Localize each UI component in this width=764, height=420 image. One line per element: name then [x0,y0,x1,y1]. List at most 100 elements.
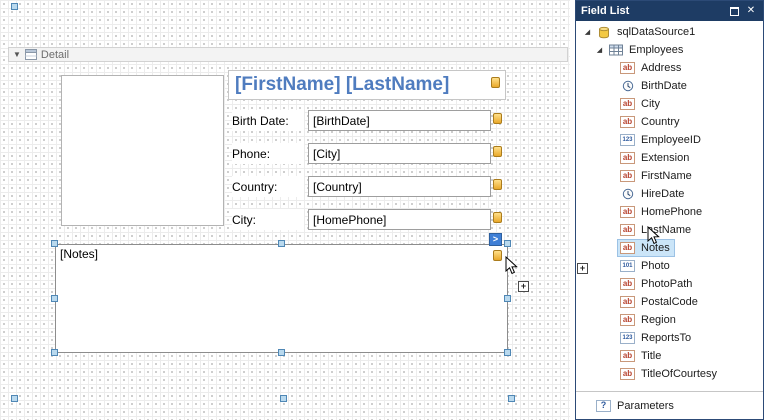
field-list-item-label: EmployeeID [639,134,703,146]
text-field-icon: ab [620,116,635,128]
field-list-item-content: ab PostalCode [617,293,703,311]
close-icon[interactable]: ✕ [744,4,758,18]
smart-tag-arrow-button[interactable]: > [489,233,502,246]
resize-handle[interactable] [504,295,511,302]
field-list-item-Notes[interactable]: abNotes [576,239,763,257]
caption-phone[interactable]: Phone: [232,143,304,164]
field-list-item-label: PhotoPath [639,278,694,290]
field-city[interactable]: [City] [308,143,491,164]
field-list-item-label: PostalCode [639,296,700,308]
detail-band-header[interactable]: ▼ Detail [8,47,568,62]
binary-field-icon: 101 [620,260,635,272]
resize-handle[interactable] [504,349,511,356]
text-field-icon: ab [620,296,635,308]
text-field-icon: ab [620,206,635,218]
resize-handle[interactable] [278,349,285,356]
field-list-item-Country[interactable]: abCountry [576,113,763,131]
field-list-item-Title[interactable]: abTitle [576,347,763,365]
field-list-item-PhotoPath[interactable]: abPhotoPath [576,275,763,293]
resize-handle[interactable] [51,240,58,247]
selection-handle[interactable] [11,395,18,402]
text-field-icon: ab [620,350,635,362]
expander-icon[interactable]: ◢ [594,47,605,54]
text-field-icon: ab [620,242,635,254]
resize-handle[interactable] [51,349,58,356]
band-icon [25,49,37,60]
field-list-item-Region[interactable]: abRegion [576,311,763,329]
band-collapse-icon[interactable]: ▼ [13,51,21,59]
caption-birth-date[interactable]: Birth Date: [232,110,304,131]
plus-glyph: + [521,282,526,291]
restore-icon[interactable] [727,4,741,18]
field-list-item-content: abTitle [617,347,666,365]
fullname-label-text: [FirstName] [LastName] [235,74,449,96]
field-list-item-PostalCode[interactable]: ab PostalCode [576,293,763,311]
number-field-icon: 123 [620,134,635,146]
field-list-item-content: 123ReportsTo [617,329,696,347]
smart-tag-icon[interactable] [493,113,502,124]
caption-city[interactable]: City: [232,209,304,230]
field-list-item-BirthDate[interactable]: BirthDate [576,77,763,95]
field-list-item-FirstName[interactable]: abFirstName [576,167,763,185]
field-list-item-Parameters[interactable]: ?Parameters [576,391,763,416]
field-list-item-label: FirstName [639,170,694,182]
field-list-item-content: ?Parameters [593,397,679,415]
field-text: [City] [313,147,340,161]
notes-field[interactable]: [Notes] [55,244,508,353]
field-list-header[interactable]: Field List ✕ [576,1,763,21]
selection-handle[interactable] [508,395,515,402]
field-text: [Country] [313,180,362,194]
text-field-icon: ab [620,62,635,74]
field-list-item-content: sqlDataSource1 [593,23,700,41]
selection-handle[interactable] [280,395,287,402]
smart-tag-icon[interactable] [493,179,502,190]
field-list-item-City[interactable]: abCity [576,95,763,113]
field-list-item-content: abFirstName [617,167,697,185]
field-list-item-label: Photo [639,260,672,272]
field-birthdate[interactable]: [BirthDate] [308,110,491,131]
band-label: Detail [41,49,69,61]
caption-country[interactable]: Country: [232,176,304,197]
field-list-item-label: LastName [639,224,693,236]
field-list-item-Employees[interactable]: ◢Employees [576,41,763,59]
field-list-item-content: HireDate [617,185,689,203]
copy-plus-badge: + [518,281,529,292]
field-list-item-Photo[interactable]: 101 Photo [576,257,763,275]
smart-tag-icon[interactable] [493,212,502,223]
field-list-item-sqlDataSource1[interactable]: ◢sqlDataSource1 [576,23,763,41]
field-list-item-HomePhone[interactable]: abHomePhone [576,203,763,221]
resize-handle[interactable] [504,240,511,247]
caption-text: Phone: [232,147,270,161]
text-field-icon: ab [620,224,635,236]
date-field-icon [620,188,635,200]
field-list-item-TitleOfCourtesy[interactable]: abTitleOfCourtesy [576,365,763,383]
resize-handle[interactable] [278,240,285,247]
design-surface[interactable]: ▼ Detail [FirstName] [LastName] Birth Da… [0,0,570,420]
field-homephone[interactable]: [HomePhone] [308,209,491,230]
expander-icon[interactable]: ◢ [582,29,593,36]
field-list-item-ReportsTo[interactable]: 123ReportsTo [576,329,763,347]
field-list-item-content: BirthDate [617,77,692,95]
field-list-item-content: abExtension [617,149,694,167]
field-list-panel: Field List ✕ ◢sqlDataSource1◢Employeesab… [575,0,764,420]
field-list-item-Extension[interactable]: abExtension [576,149,763,167]
picture-box[interactable] [61,75,224,226]
field-list-item-EmployeeID[interactable]: 123 EmployeeID [576,131,763,149]
smart-tag-icon[interactable] [493,250,502,261]
resize-handle[interactable] [51,295,58,302]
selection-handle[interactable] [11,3,18,10]
field-list-title: Field List [581,5,724,17]
smart-tag-icon[interactable] [491,77,500,88]
field-country[interactable]: [Country] [308,176,491,197]
text-field-icon: ab [620,152,635,164]
number-field-icon: 123 [620,332,635,344]
field-list-item-content: abTitleOfCourtesy [617,365,722,383]
field-list-item-Address[interactable]: abAddress [576,59,763,77]
field-list-item-label: TitleOfCourtesy [639,368,719,380]
field-list-item-label: Parameters [615,400,676,412]
caption-text: City: [232,213,256,227]
fullname-label[interactable]: [FirstName] [LastName] [228,70,506,100]
field-list-item-LastName[interactable]: ab LastName [576,221,763,239]
smart-tag-icon[interactable] [493,146,502,157]
field-list-item-HireDate[interactable]: HireDate [576,185,763,203]
